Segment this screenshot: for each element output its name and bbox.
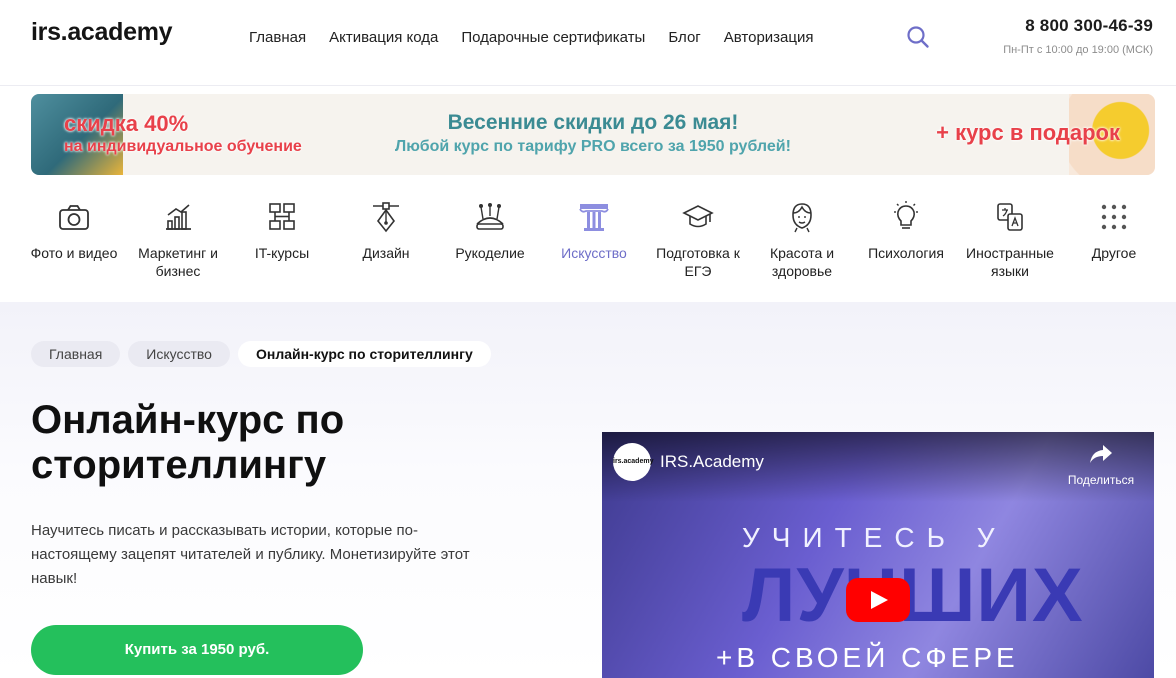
translate-icon (993, 200, 1027, 234)
pen-tool-icon (369, 200, 403, 234)
main-nav: Главная Активация кода Подарочные сертиф… (249, 29, 814, 46)
category-label: Другое (1091, 245, 1137, 261)
video-text-line3: +В СВОЕЙ СФЕРЕ (716, 642, 1019, 673)
share-button[interactable]: Поделиться (1056, 444, 1146, 487)
graduation-cap-icon (681, 200, 715, 234)
category-handicraft[interactable]: Рукоделие (438, 184, 542, 302)
category-psychology[interactable]: Психология (854, 184, 958, 302)
category-label: IT-курсы (254, 245, 310, 261)
nav-blog[interactable]: Блог (668, 29, 700, 46)
category-other[interactable]: Другое (1062, 184, 1166, 302)
category-label: Маркетинг и бизнес (138, 245, 218, 279)
lightbulb-icon (889, 200, 923, 234)
category-label: Иностранные языки (966, 245, 1054, 279)
video-text-line1: УЧИТЕСЬ У (742, 522, 1007, 553)
course-hero: Главная Искусство Онлайн-курс по сторите… (0, 302, 1176, 678)
column-icon (577, 200, 611, 234)
page-title: Онлайн-курс по сторителлингу (31, 398, 345, 487)
buy-button[interactable]: Купить за 1950 руб. (31, 625, 363, 675)
category-label: Дизайн (362, 245, 410, 261)
nav-home[interactable]: Главная (249, 29, 306, 46)
category-exam-prep[interactable]: Подготовка к ЕГЭ (646, 184, 750, 302)
breadcrumb: Главная Искусство Онлайн-курс по сторите… (31, 341, 491, 367)
category-label: Красота и здоровье (769, 245, 835, 279)
category-label: Фото и видео (30, 245, 118, 261)
video-text-line2: ЛУЧШИХ (742, 553, 1084, 638)
share-icon (1090, 445, 1112, 463)
chart-icon (161, 200, 195, 234)
working-hours: Пн-Пт с 10:00 до 19:00 (МСК) (1003, 44, 1153, 56)
nav-activate-code[interactable]: Активация кода (329, 29, 438, 46)
nav-login[interactable]: Авторизация (724, 29, 814, 46)
phone-number[interactable]: 8 800 300-46-39 (1025, 16, 1153, 36)
channel-avatar[interactable]: irs.academy (613, 443, 653, 481)
network-icon (265, 200, 299, 234)
nav-gift-certificates[interactable]: Подарочные сертификаты (461, 29, 645, 46)
grid-dots-icon (1097, 200, 1131, 234)
category-art[interactable]: Искусство (542, 184, 646, 302)
category-label: Психология (868, 245, 944, 261)
header: irs.academy Главная Активация кода Подар… (0, 0, 1176, 86)
face-icon (785, 200, 819, 234)
play-button[interactable] (846, 578, 910, 622)
category-design[interactable]: Дизайн (334, 184, 438, 302)
category-bar: Фото и видео Маркетинг и бизнес IT-курсы… (0, 184, 1176, 302)
category-photo-video[interactable]: Фото и видео (22, 184, 126, 302)
channel-name[interactable]: IRS.Academy (660, 452, 764, 472)
category-languages[interactable]: Иностранные языки (958, 184, 1062, 302)
category-label: Подготовка к ЕГЭ (656, 245, 740, 279)
breadcrumb-current: Онлайн-курс по сторителлингу (237, 341, 491, 367)
course-description: Научитесь писать и рассказывать истории,… (31, 522, 470, 587)
camera-icon (57, 200, 91, 234)
promo-banner[interactable]: скидка 40% на индивидуальное обучение Ве… (31, 94, 1155, 175)
category-beauty-health[interactable]: Красота и здоровье (750, 184, 854, 302)
search-icon[interactable] (905, 24, 931, 50)
logo[interactable]: irs.academy (31, 18, 173, 47)
category-marketing[interactable]: Маркетинг и бизнес (126, 184, 230, 302)
category-it[interactable]: IT-курсы (230, 184, 334, 302)
category-label: Искусство (561, 245, 627, 261)
banner-gift: + курс в подарок (936, 120, 1120, 145)
share-label: Поделиться (1067, 473, 1135, 487)
video-player[interactable]: irs.academy IRS.Academy Поделиться УЧИТЕ… (602, 432, 1154, 678)
breadcrumb-home[interactable]: Главная (31, 341, 121, 367)
breadcrumb-art[interactable]: Искусство (128, 341, 230, 367)
pincushion-icon (473, 200, 507, 234)
category-label: Рукоделие (455, 245, 525, 261)
